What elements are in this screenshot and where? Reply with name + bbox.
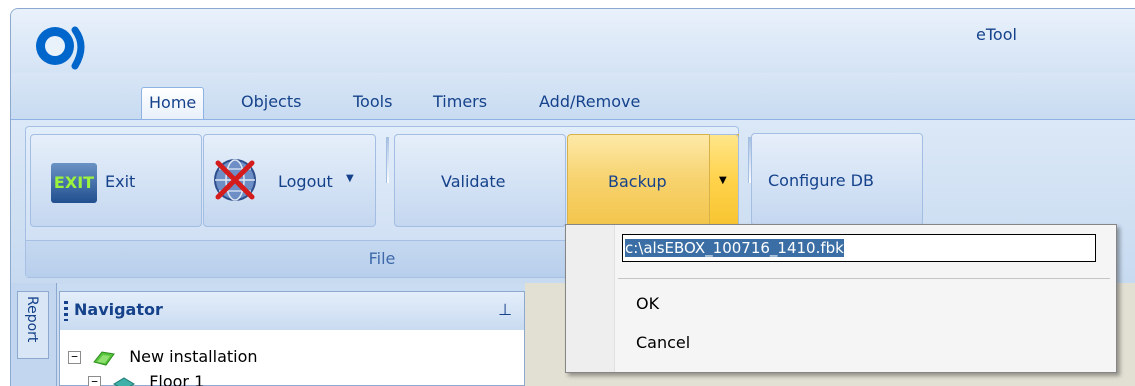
ribbon-tab-strip: Home Objects Tools Timers Add/Remove: [11, 73, 1135, 119]
backup-path-input[interactable]: c:\alsEBOX_100716_1410.fbk: [622, 234, 1096, 262]
exit-icon: EXIT: [51, 163, 97, 203]
tree-node[interactable]: − New installation: [68, 347, 258, 367]
backup-button-label: Backup: [608, 172, 667, 191]
title-bar: eTool: [11, 9, 1135, 73]
logout-button[interactable]: Logout ▼: [203, 134, 376, 227]
navigator-header: Navigator ⊥: [60, 292, 524, 330]
installation-icon: [92, 349, 116, 367]
report-side-tab-label: Report: [24, 296, 40, 342]
tab-timers[interactable]: Timers: [426, 87, 494, 117]
exit-button[interactable]: EXIT Exit: [30, 134, 202, 227]
collapse-icon[interactable]: −: [68, 351, 81, 364]
logout-button-label: Logout: [278, 172, 333, 191]
grip-icon[interactable]: [64, 301, 68, 321]
menu-divider: [618, 278, 1110, 279]
configure-db-button[interactable]: Configure DB: [751, 133, 923, 226]
backup-dropdown-menu: c:\alsEBOX_100716_1410.fbk OK Cancel: [565, 224, 1117, 373]
logout-globe-icon: [210, 155, 260, 205]
menu-item-ok[interactable]: OK: [636, 294, 659, 313]
menu-icon-gutter: [566, 225, 615, 372]
configure-db-button-label: Configure DB: [768, 171, 874, 190]
logout-dropdown-arrow-icon[interactable]: ▼: [346, 173, 354, 184]
navigator-title: Navigator: [74, 300, 163, 319]
tab-add-remove[interactable]: Add/Remove: [532, 87, 647, 117]
tab-home[interactable]: Home: [141, 87, 204, 119]
validate-button-label: Validate: [441, 172, 505, 191]
window-title: eTool: [976, 25, 1017, 44]
side-tab-strip: Report: [11, 283, 57, 386]
backup-dropdown-button[interactable]: ▼: [709, 134, 739, 227]
tree-node-label: Floor 1: [149, 372, 204, 386]
tree-node-label: New installation: [129, 347, 257, 366]
backup-path-value: c:\alsEBOX_100716_1410.fbk: [625, 239, 844, 257]
pin-icon[interactable]: ⊥: [498, 300, 512, 319]
floor-icon: [112, 374, 136, 386]
exit-button-label: Exit: [105, 172, 135, 191]
chevron-down-icon: ▼: [719, 175, 727, 186]
tab-tools[interactable]: Tools: [346, 87, 399, 117]
menu-item-cancel[interactable]: Cancel: [636, 333, 690, 352]
ribbon-separator: [386, 137, 389, 183]
report-side-tab[interactable]: Report: [17, 291, 49, 359]
navigator-panel: Navigator ⊥ − New installation − Floor 1: [59, 291, 525, 386]
validate-button[interactable]: Validate: [394, 134, 566, 227]
tab-objects[interactable]: Objects: [234, 87, 308, 117]
tree-node[interactable]: − Floor 1: [88, 372, 204, 386]
